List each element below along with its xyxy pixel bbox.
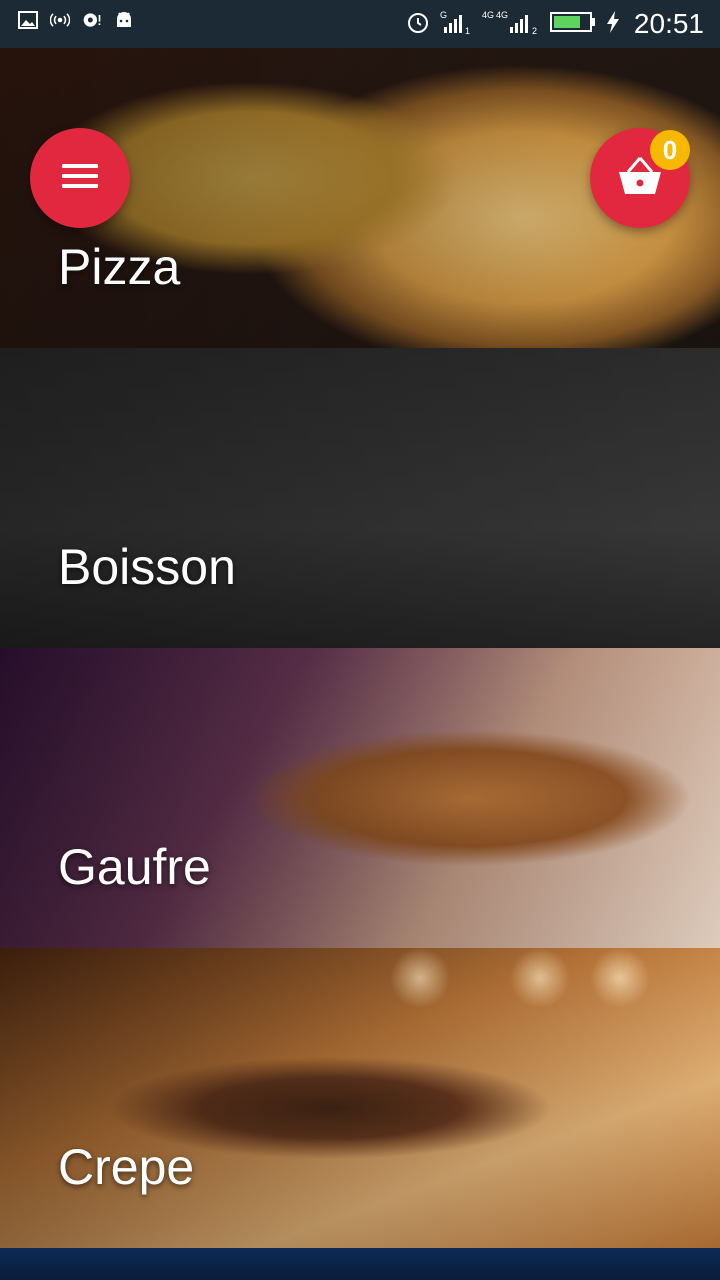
svg-text:4G: 4G [482,10,494,20]
category-card-gaufre[interactable]: Gaufre [0,648,720,948]
svg-text:1: 1 [465,26,470,35]
category-card-crepe[interactable]: Crepe [0,948,720,1248]
status-bar: G1 4G 4G 2 20:51 [0,0,720,48]
battery-icon [549,11,596,37]
svg-text:G: G [440,10,447,20]
category-label: Crepe [58,1139,195,1195]
cart-count-badge: 0 [650,130,690,170]
signal-1-icon: G1 [440,9,472,39]
svg-text:2: 2 [532,26,537,35]
hotspot-icon [50,10,70,30]
category-label: Gaufre [58,839,211,895]
charging-icon [606,10,620,38]
sync-icon [82,10,102,30]
category-card-boisson[interactable]: Boisson [0,348,720,648]
status-time: 20:51 [633,8,704,39]
svg-text:4G: 4G [496,10,508,20]
android-icon [114,10,134,30]
signal-2-icon: 4G 4G 2 [482,9,540,39]
menu-button[interactable] [30,128,130,228]
hamburger-icon [61,162,99,194]
category-card-next[interactable] [0,1248,720,1280]
category-list: Pizza Boisson Gaufre Crepe [0,48,720,1280]
alarm-icon [406,10,430,38]
image-icon [18,10,38,30]
category-label: Pizza [58,239,181,295]
category-label: Boisson [58,539,236,595]
